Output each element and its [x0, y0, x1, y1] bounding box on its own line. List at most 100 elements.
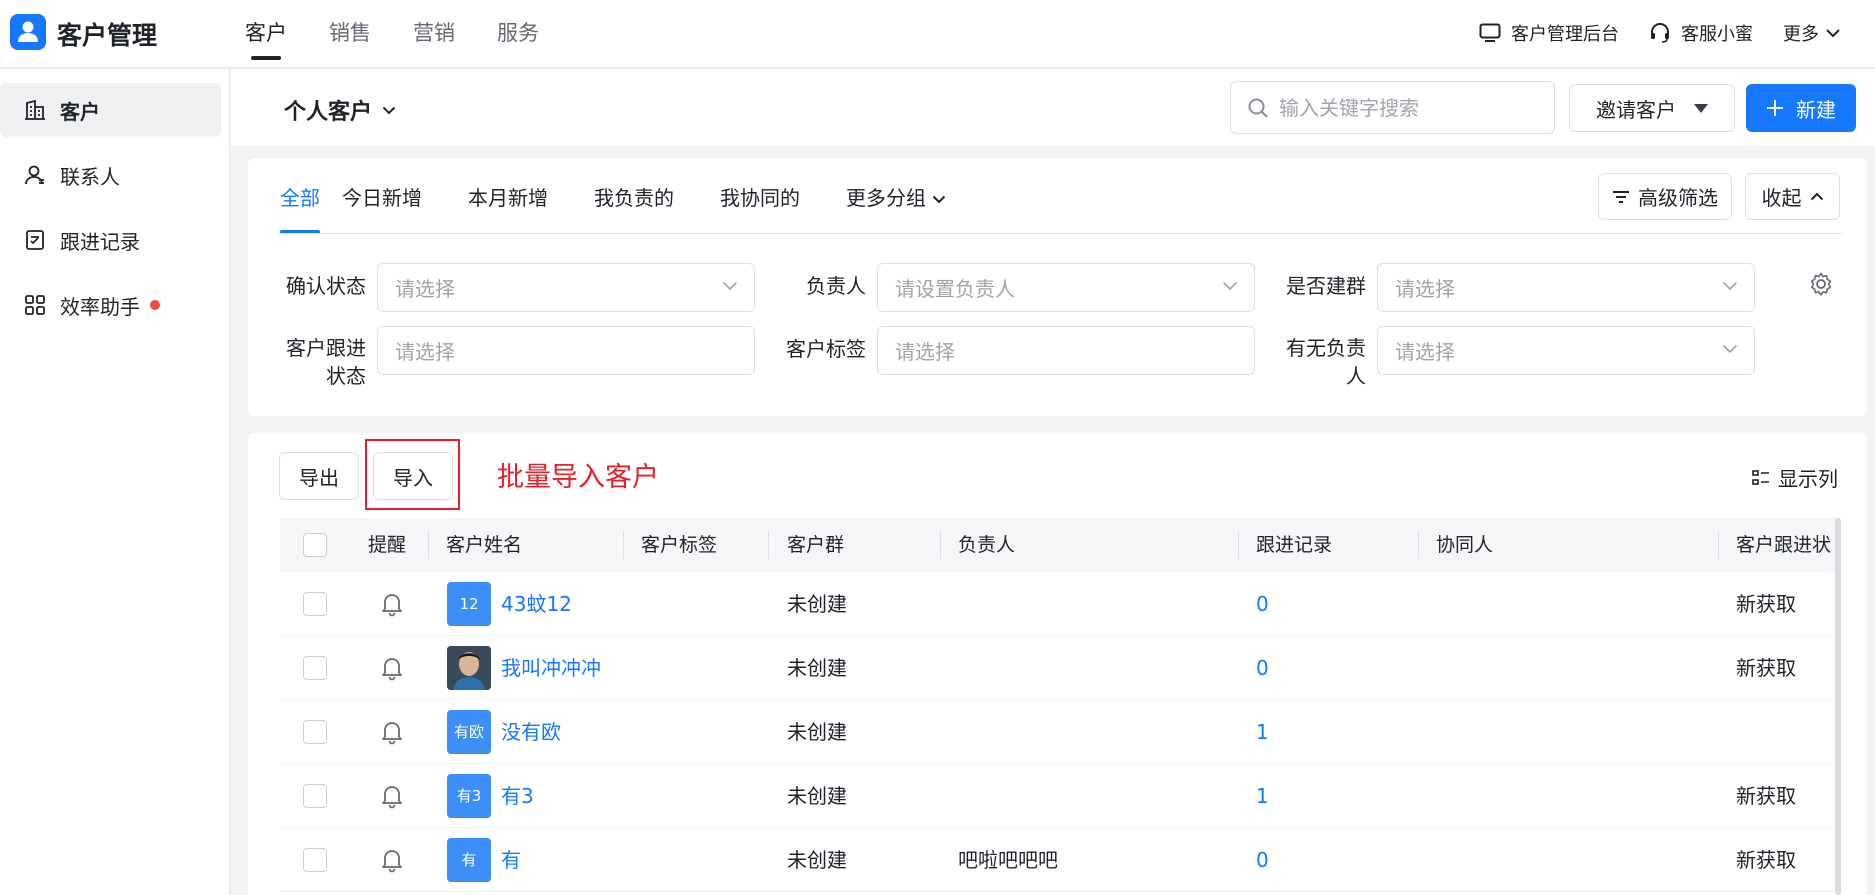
group-cell: 未创建	[787, 848, 847, 872]
invite-customer-button[interactable]: 邀请客户	[1569, 84, 1735, 132]
table-row[interactable]: 有3 有3 未创建 1 新获取	[280, 764, 1840, 828]
apps-icon	[25, 295, 45, 315]
group-built-select[interactable]: 请选择	[1377, 263, 1755, 312]
follow-count-link[interactable]: 1	[1256, 764, 1269, 828]
bell-icon[interactable]	[380, 655, 404, 681]
follow-status-cell: 新获取	[1736, 784, 1796, 808]
follow-status-cell: 新获取	[1736, 592, 1796, 616]
tab-my-owned[interactable]: 我负责的	[594, 158, 674, 234]
nav-service[interactable]: 服务	[497, 0, 539, 68]
follow-count-link[interactable]: 0	[1256, 828, 1269, 892]
table-row[interactable]: 12 43蚊12 未创建 0 新获取	[280, 572, 1840, 636]
collapse-button[interactable]: 收起	[1745, 173, 1840, 220]
table-card: 导出 导入 批量导入客户 显示列 提醒 客户姓名 客户标签 客户群 负责人 跟进…	[248, 433, 1867, 895]
tab-more-groups-label: 更多分组	[846, 186, 926, 210]
select-placeholder: 请选择	[1395, 340, 1455, 364]
tab-all[interactable]: 全部	[280, 158, 320, 234]
table-row[interactable]: 有欧 没有欧 未创建 1	[280, 700, 1840, 764]
avatar: 有3	[447, 774, 491, 818]
select-placeholder: 请选择	[895, 340, 955, 364]
gear-icon[interactable]	[1809, 272, 1833, 296]
bell-icon[interactable]	[380, 847, 404, 873]
follow-status-cell: 新获取	[1736, 656, 1796, 680]
admin-link[interactable]: 客户管理后台	[1479, 20, 1619, 46]
sidebar-item-contacts[interactable]: 联系人	[0, 148, 221, 202]
vertical-scrollbar[interactable]	[1835, 518, 1841, 895]
sidebar-item-follow-records[interactable]: 跟进记录	[0, 213, 221, 267]
owner-cell: 吧啦吧吧吧	[958, 848, 1058, 872]
sidebar-item-customers[interactable]: 客户	[0, 83, 221, 137]
filter-icon	[1613, 190, 1629, 203]
sidebar: 客户 联系人 跟进记录 效率助手	[0, 69, 230, 895]
sidebar-item-efficiency[interactable]: 效率助手	[0, 278, 221, 332]
row-checkbox[interactable]	[303, 592, 327, 616]
headset-icon	[1651, 23, 1669, 43]
column-header-name: 客户姓名	[446, 534, 523, 556]
table-row[interactable]: 我叫冲冲冲 未创建 0 新获取	[280, 636, 1840, 700]
table-row[interactable]: 有 有 未创建 吧啦吧吧吧 0 新获取	[280, 828, 1840, 892]
customer-type-selector[interactable]: 个人客户	[284, 94, 396, 126]
tag-select[interactable]: 请选择	[877, 326, 1255, 375]
collapse-label: 收起	[1761, 186, 1802, 210]
chevron-down-icon	[932, 195, 946, 204]
confirm-status-select[interactable]: 请选择	[377, 263, 755, 312]
advanced-filter-button[interactable]: 高级筛选	[1598, 173, 1732, 220]
nav-marketing[interactable]: 营销	[413, 0, 455, 68]
bell-icon[interactable]	[380, 591, 404, 617]
follow-status-select[interactable]: 请选择	[377, 326, 755, 375]
top-right-actions: 客户管理后台 客服小蜜 更多	[1449, 0, 1841, 66]
customer-name-link[interactable]: 43蚊12	[501, 572, 572, 636]
select-placeholder: 请选择	[395, 277, 455, 301]
has-owner-select[interactable]: 请选择	[1377, 326, 1755, 375]
row-checkbox[interactable]	[303, 656, 327, 680]
search-icon	[1248, 98, 1268, 118]
customer-name-link[interactable]: 有3	[501, 764, 534, 828]
owner-select[interactable]: 请设置负责人	[877, 263, 1255, 312]
select-all-checkbox[interactable]	[303, 533, 327, 557]
new-button[interactable]: 新建	[1746, 84, 1856, 132]
admin-link-label: 客户管理后台	[1511, 24, 1619, 45]
filter-label-has-owner: 有无负责 人	[1278, 334, 1366, 390]
customer-name-link[interactable]: 没有欧	[501, 700, 561, 764]
tab-more-groups[interactable]: 更多分组	[846, 158, 946, 234]
nav-sales[interactable]: 销售	[329, 0, 371, 68]
sidebar-item-label: 效率助手	[60, 294, 140, 319]
select-placeholder: 请选择	[395, 340, 455, 364]
tab-month-new[interactable]: 本月新增	[468, 158, 548, 234]
filter-label-tag: 客户标签	[786, 337, 866, 361]
notification-dot	[150, 300, 160, 310]
column-header-follow-status: 客户跟进状	[1736, 534, 1832, 556]
tab-today-new[interactable]: 今日新增	[342, 158, 422, 234]
group-cell: 未创建	[787, 656, 847, 680]
nav-customers[interactable]: 客户	[245, 0, 287, 68]
export-button[interactable]: 导出	[279, 452, 359, 500]
search-input[interactable]	[1279, 95, 1539, 120]
follow-count-link[interactable]: 0	[1256, 636, 1269, 700]
customer-name-link[interactable]: 有	[501, 828, 521, 892]
main-nav: 客户 销售 营销 服务	[245, 0, 581, 68]
group-cell: 未创建	[787, 784, 847, 808]
filter-label-line: 客户跟进	[286, 336, 366, 360]
row-checkbox[interactable]	[303, 848, 327, 872]
row-checkbox[interactable]	[303, 720, 327, 744]
service-link[interactable]: 客服小蜜	[1649, 20, 1753, 46]
chevron-down-icon	[1826, 29, 1840, 38]
more-menu[interactable]: 更多	[1783, 20, 1841, 46]
bell-icon[interactable]	[380, 719, 404, 745]
columns-icon	[1752, 469, 1769, 485]
tab-my-collab[interactable]: 我协同的	[720, 158, 800, 234]
group-cell: 未创建	[787, 592, 847, 616]
group-tabs: 全部 今日新增 本月新增 我负责的 我协同的 更多分组	[280, 158, 946, 234]
follow-count-link[interactable]: 0	[1256, 572, 1269, 636]
customer-name-link[interactable]: 我叫冲冲冲	[501, 636, 601, 700]
show-columns-button[interactable]: 显示列	[1752, 463, 1838, 492]
column-divider	[1718, 531, 1719, 559]
plus-icon	[1767, 100, 1783, 116]
bell-icon[interactable]	[380, 783, 404, 809]
row-checkbox[interactable]	[303, 784, 327, 808]
service-link-label: 客服小蜜	[1681, 24, 1753, 45]
follow-status-cell: 新获取	[1736, 848, 1796, 872]
page-title: 个人客户	[284, 100, 373, 125]
follow-count-link[interactable]: 1	[1256, 700, 1269, 764]
column-divider	[768, 531, 769, 559]
